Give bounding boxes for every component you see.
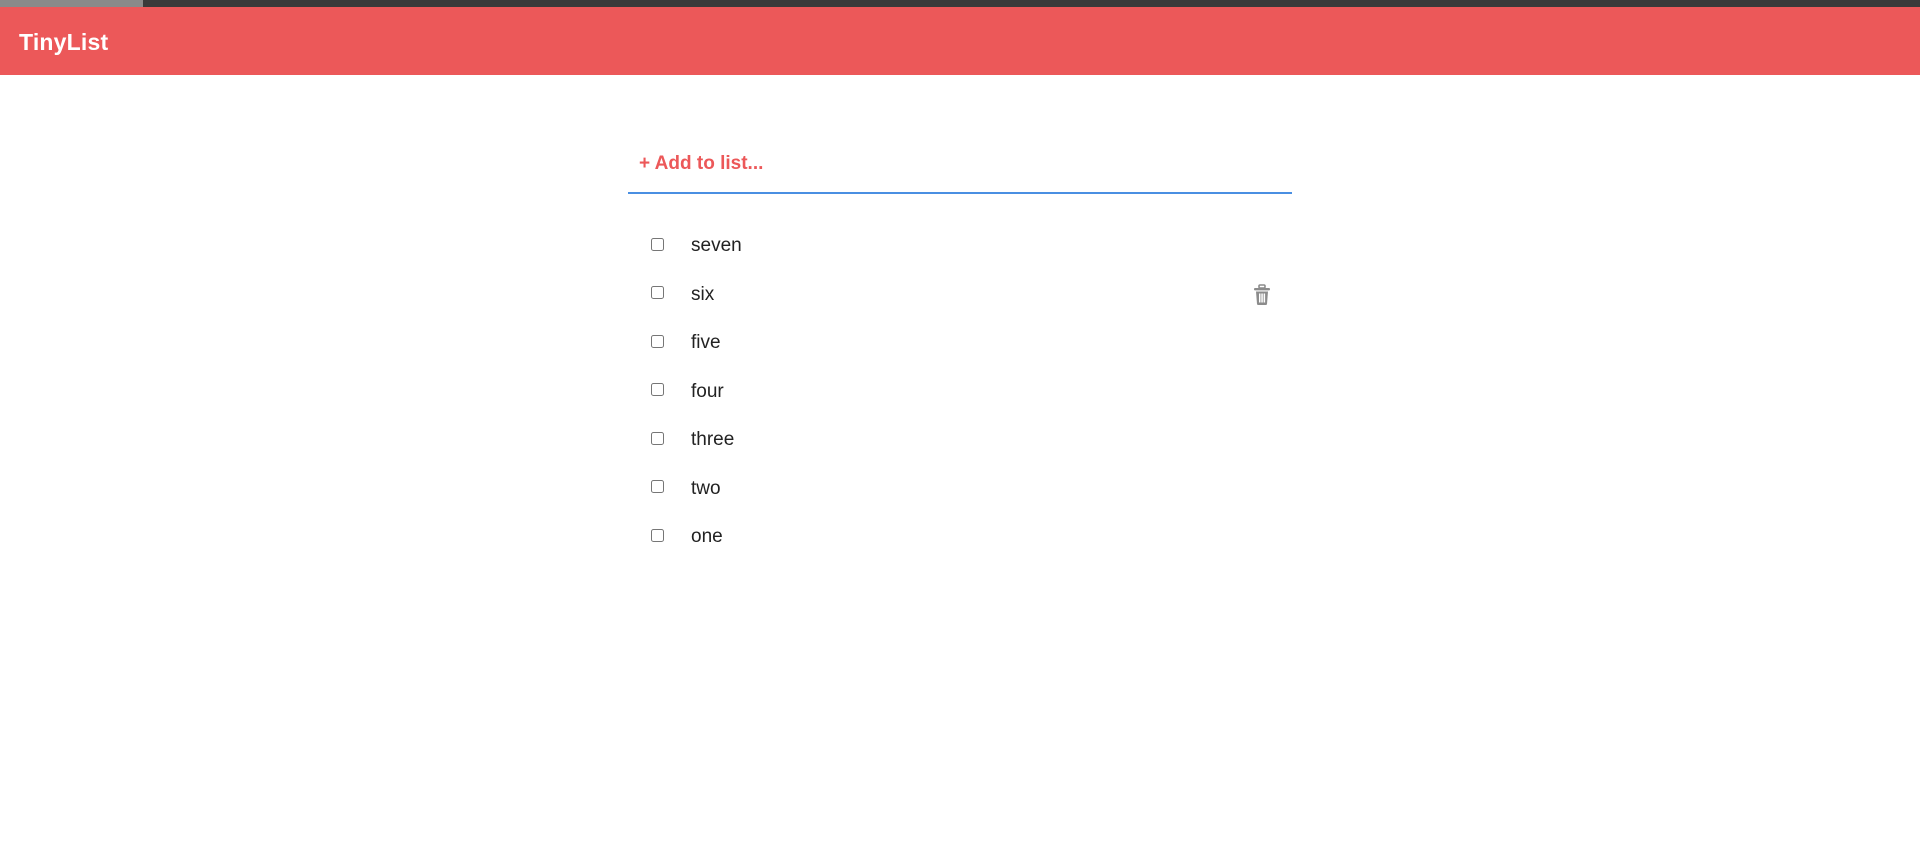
trash-icon[interactable] (1252, 283, 1272, 306)
window-top-bar (0, 0, 1920, 7)
item-label: four (691, 380, 724, 402)
window-tab-indicator (0, 0, 143, 7)
item-checkbox[interactable] (651, 480, 664, 494)
list-item: three (628, 416, 1292, 465)
item-checkbox[interactable] (651, 528, 664, 542)
list-item: six (628, 271, 1292, 320)
item-label: seven (691, 235, 742, 257)
list-item: two (628, 465, 1292, 514)
item-checkbox[interactable] (651, 383, 664, 397)
list-item: one (628, 513, 1292, 562)
app-title: TinyList (19, 29, 109, 55)
todo-list: seven six five four three two one (628, 222, 1292, 562)
app-header: TinyList (0, 7, 1920, 75)
item-checkbox[interactable] (651, 286, 664, 300)
item-checkbox[interactable] (651, 237, 664, 251)
list-item: four (628, 368, 1292, 417)
item-label: five (691, 332, 721, 354)
list-item: five (628, 319, 1292, 368)
add-item-field (628, 138, 1292, 194)
item-label: one (691, 526, 723, 548)
add-item-input[interactable] (628, 138, 1292, 190)
item-checkbox[interactable] (651, 334, 664, 348)
item-checkbox[interactable] (651, 431, 664, 445)
item-label: two (691, 477, 721, 499)
list-item: seven (628, 222, 1292, 271)
item-label: three (691, 429, 735, 451)
item-label: six (691, 283, 715, 305)
